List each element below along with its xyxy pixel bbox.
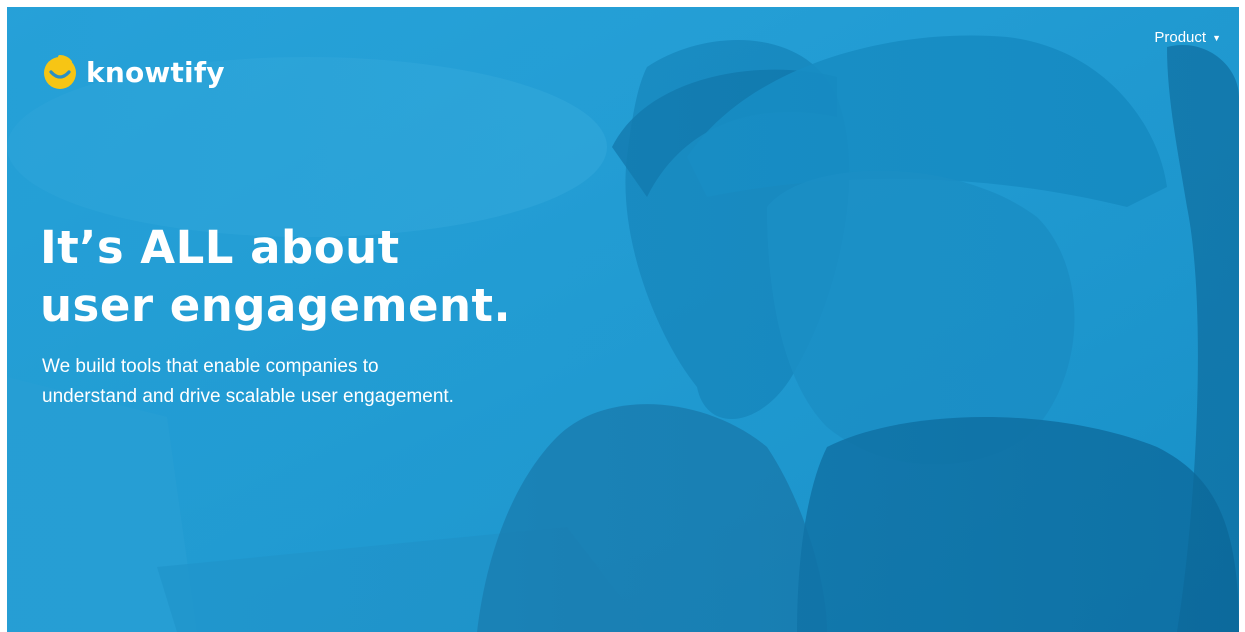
chevron-down-icon: ▼	[1212, 32, 1221, 43]
hero-headline: It’s ALL about user engagement.	[40, 219, 511, 335]
hero-subtext: We build tools that enable companies to …	[42, 352, 454, 412]
headline-line-1: It’s ALL about	[40, 221, 400, 274]
smiley-icon	[44, 55, 76, 89]
hero-section: knowtify Product ▼ It’s ALL about user e…	[7, 7, 1239, 632]
brand-logo-link[interactable]: knowtify	[42, 54, 225, 90]
subtext-line-2: understand and drive scalable user engag…	[42, 386, 454, 407]
product-menu-label: Product	[1154, 29, 1207, 46]
product-menu-button[interactable]: Product ▼	[1154, 29, 1221, 46]
subtext-line-1: We build tools that enable companies to	[42, 356, 379, 377]
brand-name: knowtify	[86, 55, 225, 89]
headline-line-2: user engagement.	[40, 279, 512, 332]
